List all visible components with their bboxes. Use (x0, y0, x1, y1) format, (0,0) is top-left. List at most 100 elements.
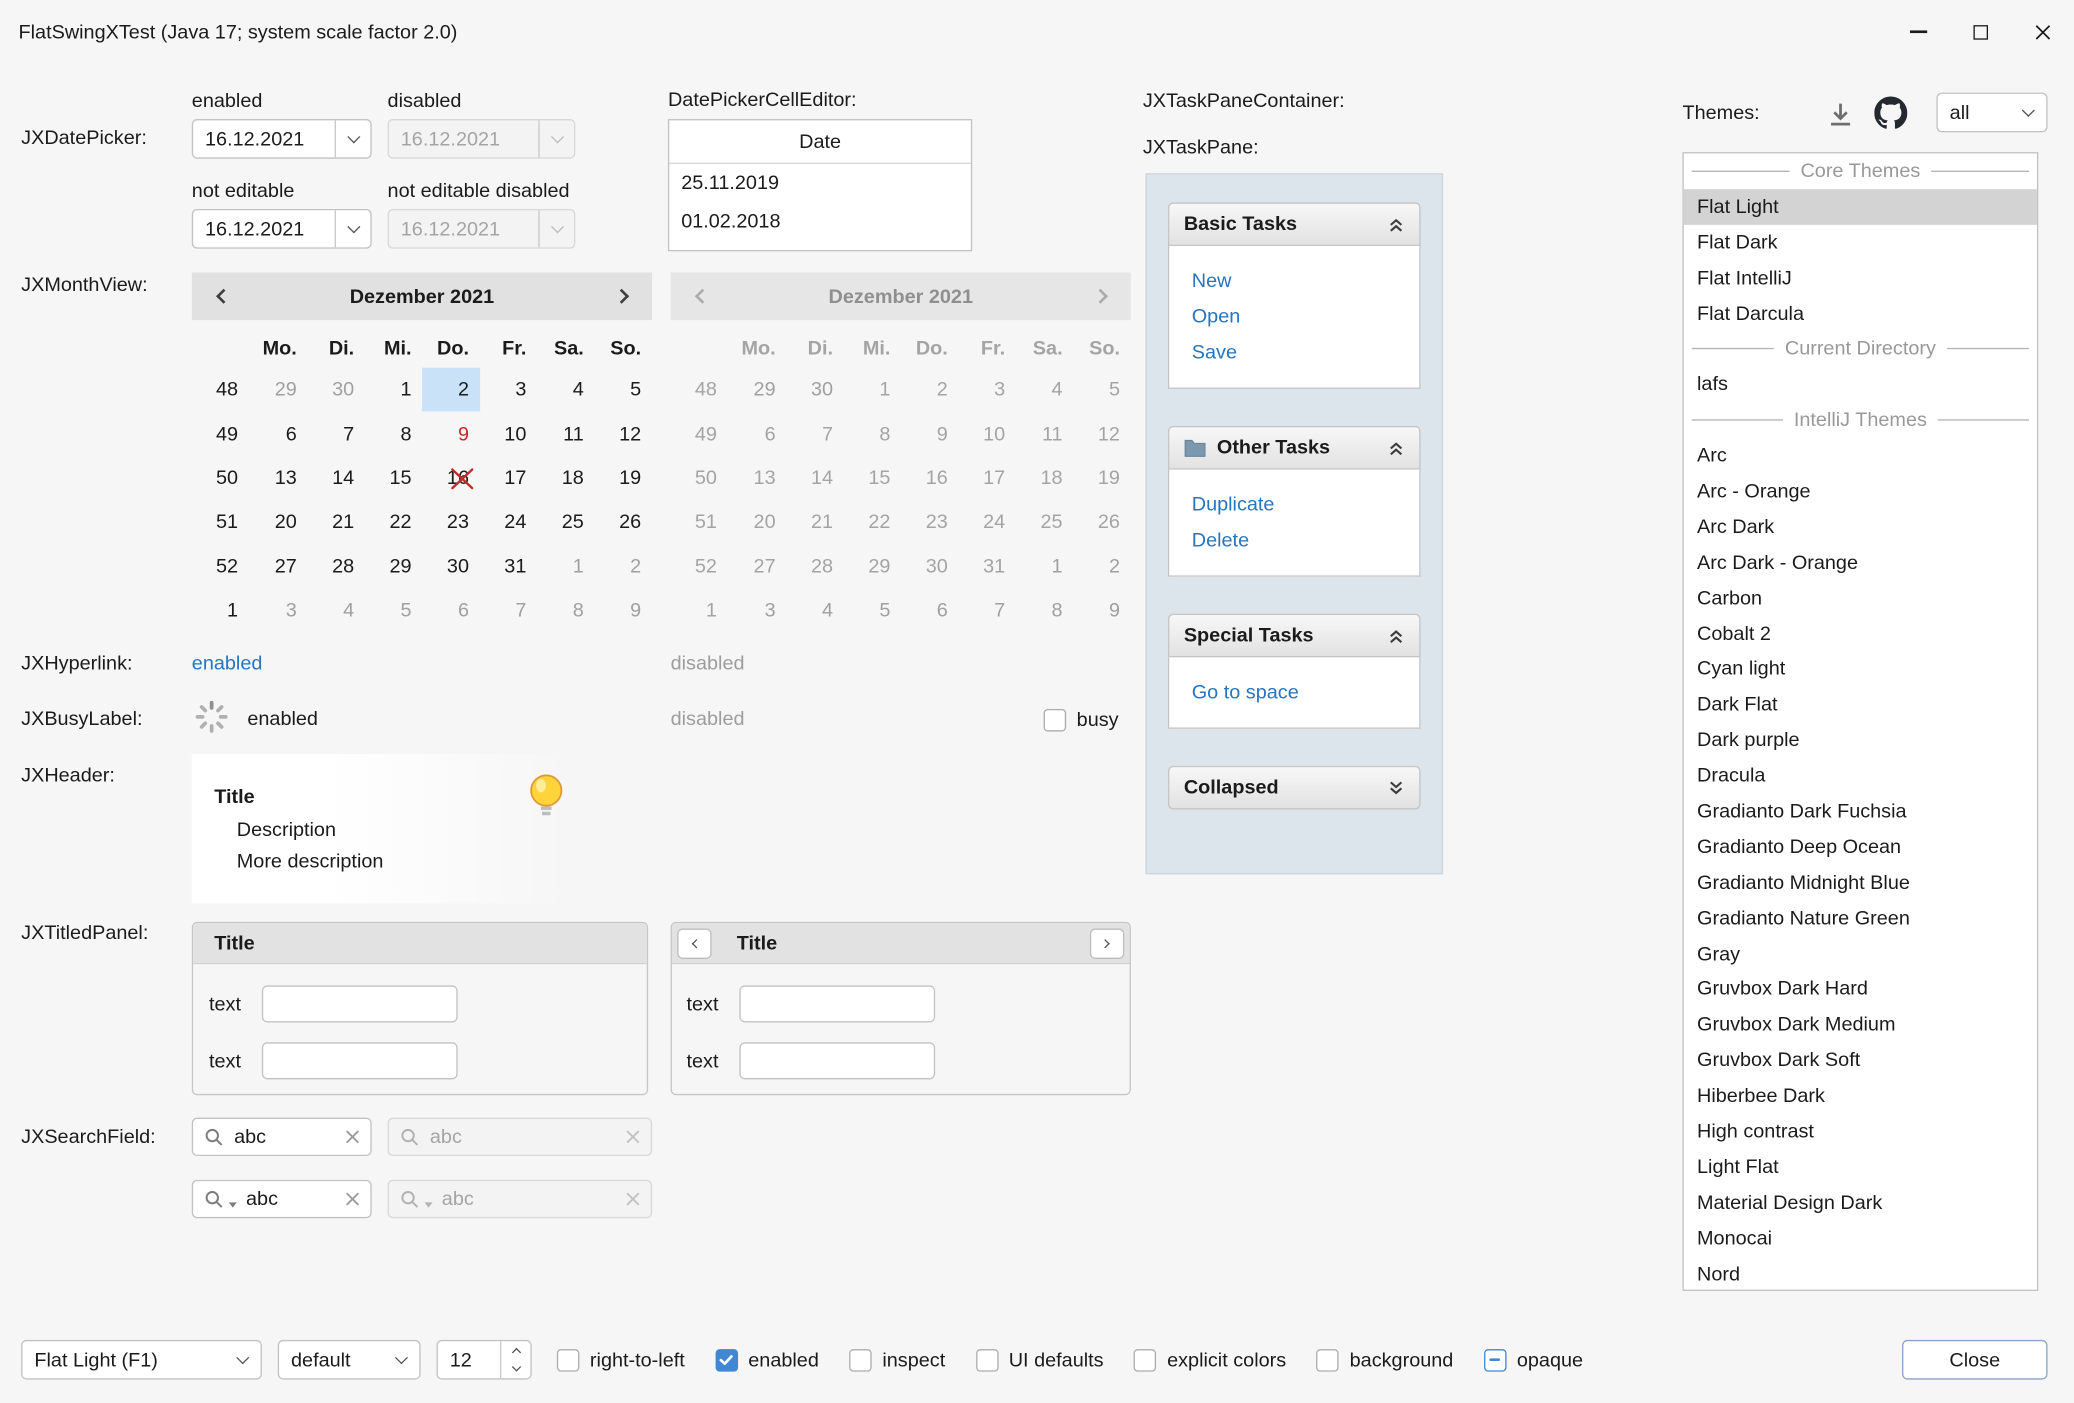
theme-item[interactable]: Dark purple (1684, 723, 2037, 759)
datepicker-not-editable[interactable]: 16.12.2021 (192, 209, 372, 249)
theme-item[interactable]: Dark Flat (1684, 687, 2037, 723)
collapse-icon[interactable] (1388, 628, 1405, 644)
table-row[interactable]: 25.11.2019 (669, 164, 971, 202)
search-field[interactable]: abc (192, 1118, 372, 1156)
theme-item[interactable]: Arc - Orange (1684, 474, 2037, 510)
table-row[interactable]: 01.02.2018 (669, 202, 971, 240)
text-field[interactable] (262, 1042, 458, 1079)
calendar-day[interactable]: 29 (250, 368, 307, 412)
calendar-day[interactable]: 30 (422, 544, 479, 588)
checkbox-background[interactable]: background (1317, 1348, 1454, 1370)
theme-item[interactable]: Monocai (1684, 1220, 2037, 1256)
calendar-day[interactable]: 3 (480, 368, 537, 412)
checkbox-box[interactable] (1134, 1348, 1156, 1370)
theme-item[interactable]: Gradianto Deep Ocean (1684, 829, 2037, 865)
calendar-day[interactable]: 29 (365, 544, 422, 588)
close-dialog-button[interactable]: Close (1902, 1340, 2047, 1380)
font-size-spinner[interactable]: 12 (436, 1340, 531, 1380)
collapse-icon[interactable] (1388, 216, 1405, 232)
theme-item[interactable]: Arc Dark (1684, 509, 2037, 545)
combo-dropdown-button[interactable] (384, 1341, 420, 1378)
spinner-down-button[interactable] (501, 1360, 530, 1379)
checkbox-box[interactable] (1317, 1348, 1339, 1370)
clear-icon[interactable] (345, 1192, 360, 1207)
checkbox-busy[interactable]: busy (1044, 708, 1119, 730)
datepicker-enabled[interactable]: 16.12.2021 (192, 119, 372, 159)
checkbox-right-to-left[interactable]: right-to-left (557, 1348, 685, 1370)
laf-combo[interactable]: Flat Light (F1) (21, 1340, 262, 1380)
calendar-day[interactable]: 21 (307, 500, 364, 544)
theme-item[interactable]: Gradianto Nature Green (1684, 900, 2037, 936)
calendar-day[interactable]: 16 (422, 456, 479, 500)
calendar-day[interactable]: 30 (307, 368, 364, 412)
calendar-day[interactable]: 7 (480, 589, 537, 633)
theme-item[interactable]: Light Flat (1684, 1149, 2037, 1185)
expand-icon[interactable] (1388, 780, 1405, 796)
theme-item[interactable]: Flat Dark (1684, 225, 2037, 261)
download-themes-button[interactable] (1820, 94, 1860, 134)
calendar-day[interactable]: 4 (537, 368, 594, 412)
theme-item[interactable]: Flat Darcula (1684, 296, 2037, 332)
calendar-day[interactable]: 9 (594, 589, 651, 633)
text-field[interactable] (262, 985, 458, 1022)
calendar-day[interactable]: 18 (537, 456, 594, 500)
theme-item[interactable]: Material Design Dark (1684, 1185, 2037, 1221)
theme-item[interactable]: Flat Light (1684, 189, 2037, 225)
checkbox-box[interactable] (715, 1348, 737, 1370)
calendar-day[interactable]: 31 (480, 544, 537, 588)
checkbox-box[interactable] (1044, 708, 1066, 730)
theme-item[interactable]: Arc Dark - Orange (1684, 545, 2037, 581)
theme-item[interactable]: Arc (1684, 438, 2037, 474)
theme-item[interactable]: Gruvbox Dark Soft (1684, 1043, 2037, 1079)
calendar-day[interactable]: 6 (250, 412, 307, 456)
font-combo[interactable]: default (278, 1340, 421, 1380)
calendar-day[interactable]: 24 (480, 500, 537, 544)
calendar-day[interactable]: 8 (537, 589, 594, 633)
calendar-day[interactable]: 6 (422, 589, 479, 633)
calendar-day[interactable]: 26 (594, 500, 651, 544)
titled-panel-left-button[interactable] (677, 928, 711, 958)
search-menu-caret-icon[interactable] (229, 1202, 237, 1207)
calendar-day[interactable]: 15 (365, 456, 422, 500)
calendar-day[interactable]: 22 (365, 500, 422, 544)
taskpane-header[interactable]: Basic Tasks (1168, 202, 1421, 246)
datepicker-dropdown-button[interactable] (335, 120, 371, 157)
themes-filter-combo[interactable]: all (1936, 93, 2047, 133)
titled-panel-right-button[interactable] (1090, 928, 1124, 958)
calendar-day[interactable]: 1 (537, 544, 594, 588)
checkbox-explicit-colors[interactable]: explicit colors (1134, 1348, 1286, 1370)
calendar-day[interactable]: 10 (480, 412, 537, 456)
search-input-value[interactable]: abc (246, 1188, 336, 1210)
taskpane-header[interactable]: Other Tasks (1168, 426, 1421, 470)
theme-item[interactable]: Gradianto Midnight Blue (1684, 865, 2037, 901)
datepicker-dropdown-button[interactable] (335, 210, 371, 247)
checkbox-box[interactable] (849, 1348, 871, 1370)
theme-item[interactable]: Gruvbox Dark Medium (1684, 1007, 2037, 1043)
theme-item[interactable]: Hiberbee Dark (1684, 1078, 2037, 1114)
task-link[interactable]: Save (1192, 335, 1420, 371)
task-link[interactable]: Go to space (1192, 675, 1420, 711)
theme-item[interactable]: Carbon (1684, 580, 2037, 616)
checkbox-opaque[interactable]: opaque (1484, 1348, 1583, 1370)
calendar-day[interactable]: 20 (250, 500, 307, 544)
calendar-day[interactable]: 17 (480, 456, 537, 500)
spinner-up-button[interactable] (501, 1341, 530, 1360)
search-field-with-menu[interactable]: abc (192, 1180, 372, 1218)
theme-item[interactable]: Gradianto Dark Fuchsia (1684, 794, 2037, 830)
calendar-day[interactable]: 5 (594, 368, 651, 412)
task-link[interactable]: Delete (1192, 522, 1420, 558)
calendar-day[interactable]: 4 (307, 589, 364, 633)
calendar-day[interactable]: 27 (250, 544, 307, 588)
calendar-day[interactable]: 5 (365, 589, 422, 633)
calendar-day[interactable]: 14 (307, 456, 364, 500)
maximize-button[interactable] (1950, 0, 2012, 63)
task-link[interactable]: Open (1192, 299, 1420, 335)
calendar-day[interactable]: 3 (250, 589, 307, 633)
task-link[interactable]: New (1192, 263, 1420, 299)
calendar-day[interactable]: 25 (537, 500, 594, 544)
calendar-day[interactable]: 2 (422, 368, 479, 412)
checkbox-enabled[interactable]: enabled (715, 1348, 819, 1370)
theme-item[interactable]: Nord (1684, 1256, 2037, 1291)
theme-item[interactable]: Cobalt 2 (1684, 616, 2037, 652)
calendar-day[interactable]: 12 (594, 412, 651, 456)
